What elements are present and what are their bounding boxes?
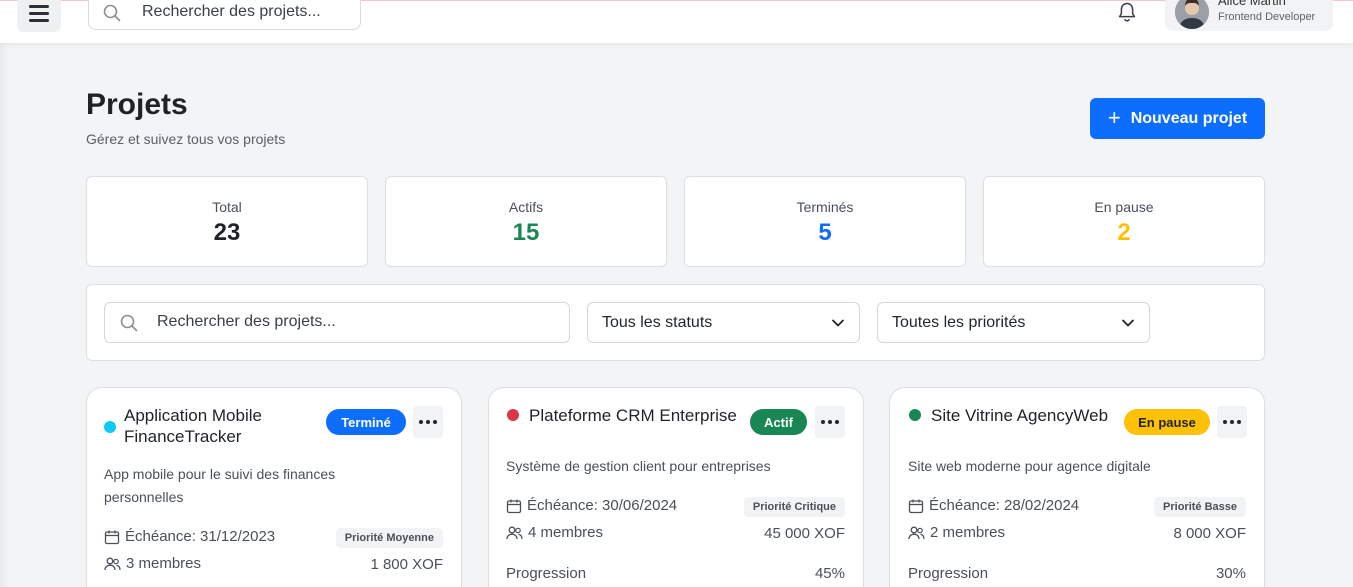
progress-value: 45% bbox=[814, 565, 845, 582]
priority-badge: Priorité Basse bbox=[1154, 497, 1246, 517]
progress-value: 30% bbox=[1215, 565, 1246, 582]
priority-filter-value: Toutes les priorités bbox=[892, 314, 1026, 331]
project-budget: 1 800 XOF bbox=[370, 556, 443, 573]
stat-label: Total bbox=[212, 199, 242, 215]
chevron-down-icon bbox=[832, 319, 844, 327]
deadline-text: Échéance: 30/06/2024 bbox=[527, 497, 678, 514]
user-name: Alice Martin bbox=[1218, 0, 1286, 8]
calendar-icon bbox=[908, 499, 924, 513]
stat-label: Terminés bbox=[796, 199, 854, 215]
calendar-icon bbox=[506, 499, 522, 513]
stat-label: Actifs bbox=[508, 199, 544, 215]
new-project-button[interactable]: + Nouveau projet bbox=[1090, 98, 1265, 139]
project-card[interactable]: Plateforme CRM Enterprise Actif Système … bbox=[488, 387, 864, 587]
members-text: 3 membres bbox=[126, 555, 202, 572]
project-deadline: Échéance: 31/12/2023 bbox=[104, 528, 275, 545]
project-description: App mobile pour le suivi des finances pe… bbox=[104, 466, 336, 505]
stat-label: En pause bbox=[1094, 199, 1154, 215]
menu-icon-bar bbox=[29, 12, 49, 15]
menu-icon-bar bbox=[29, 19, 49, 22]
more-options-button[interactable] bbox=[413, 406, 443, 438]
search-icon bbox=[120, 314, 138, 332]
menu-icon-bar bbox=[29, 5, 49, 8]
user-menu[interactable]: Alice Martin Frontend Developer bbox=[1165, 0, 1333, 31]
project-members: 4 membres bbox=[506, 524, 603, 541]
project-color-dot bbox=[507, 409, 519, 421]
project-description: Système de gestion client pour entrepris… bbox=[506, 458, 771, 474]
stat-card-total: Total 23 bbox=[86, 176, 368, 267]
dot-icon bbox=[821, 420, 825, 424]
stat-card-completed: Terminés 5 bbox=[684, 176, 966, 267]
dot-icon bbox=[433, 420, 437, 424]
dot-icon bbox=[1237, 420, 1241, 424]
project-search-input[interactable] bbox=[157, 313, 557, 331]
users-icon bbox=[506, 526, 523, 539]
avatar bbox=[1175, 0, 1209, 29]
dot-icon bbox=[1230, 420, 1234, 424]
top-search-input[interactable] bbox=[142, 3, 342, 21]
more-options-button[interactable] bbox=[1217, 406, 1247, 438]
new-project-label: Nouveau projet bbox=[1130, 109, 1248, 127]
project-card[interactable]: Site Vitrine AgencyWeb En pause Site web… bbox=[889, 387, 1265, 587]
priority-filter-select[interactable]: Toutes les priorités bbox=[877, 302, 1150, 343]
plus-icon: + bbox=[1107, 104, 1121, 130]
stat-value: 2 bbox=[1117, 219, 1131, 246]
project-title: Plateforme CRM Enterprise bbox=[529, 406, 737, 425]
members-text: 2 membres bbox=[930, 524, 1006, 541]
members-text: 4 membres bbox=[528, 524, 604, 541]
sidebar-edge bbox=[0, 43, 10, 587]
progress-label: Progression bbox=[506, 565, 587, 582]
dot-icon bbox=[835, 420, 839, 424]
project-description: Site web moderne pour agence digitale bbox=[908, 458, 1151, 474]
search-icon bbox=[103, 4, 121, 22]
project-title: Site Vitrine AgencyWeb bbox=[931, 406, 1109, 425]
bell-icon[interactable] bbox=[1116, 1, 1138, 23]
project-card[interactable]: Application Mobile FinanceTracker Termin… bbox=[86, 387, 462, 587]
progress-label: Progression bbox=[908, 565, 989, 582]
dot-icon bbox=[419, 420, 423, 424]
project-deadline: Échéance: 30/06/2024 bbox=[506, 497, 677, 514]
dot-icon bbox=[828, 420, 832, 424]
user-role: Frontend Developer bbox=[1218, 11, 1316, 23]
stat-value: 23 bbox=[213, 219, 241, 246]
top-navbar: Alice Martin Frontend Developer bbox=[0, 0, 1353, 43]
chevron-down-icon bbox=[1122, 319, 1134, 327]
priority-badge: Priorité Moyenne bbox=[335, 528, 443, 548]
users-icon bbox=[908, 526, 925, 539]
stat-value: 15 bbox=[512, 219, 540, 246]
hamburger-menu-button[interactable] bbox=[17, 0, 61, 32]
status-filter-value: Tous les statuts bbox=[602, 314, 713, 331]
project-members: 2 membres bbox=[908, 524, 1005, 541]
project-search-field[interactable] bbox=[104, 302, 570, 343]
project-members: 3 membres bbox=[104, 555, 201, 572]
project-title: Application Mobile FinanceTracker bbox=[124, 406, 262, 446]
page-subtitle: Gérez et suivez tous vos projets bbox=[86, 131, 286, 147]
deadline-text: Échéance: 28/02/2024 bbox=[929, 497, 1080, 514]
page-title: Projets bbox=[86, 88, 188, 121]
project-budget: 8 000 XOF bbox=[1173, 525, 1246, 542]
project-budget: 45 000 XOF bbox=[764, 525, 845, 542]
stat-card-paused: En pause 2 bbox=[983, 176, 1265, 267]
top-search-field[interactable] bbox=[88, 0, 361, 30]
priority-badge: Priorité Critique bbox=[743, 497, 845, 517]
status-badge: Terminé bbox=[326, 409, 406, 435]
dot-icon bbox=[426, 420, 430, 424]
status-badge: En pause bbox=[1124, 409, 1210, 435]
project-color-dot bbox=[909, 409, 921, 421]
stat-value: 5 bbox=[818, 219, 832, 246]
users-icon bbox=[104, 557, 121, 570]
calendar-icon bbox=[104, 530, 120, 544]
status-badge: Actif bbox=[750, 409, 807, 435]
filter-panel: Tous les statuts Toutes les priorités bbox=[86, 284, 1265, 361]
more-options-button[interactable] bbox=[815, 406, 845, 438]
deadline-text: Échéance: 31/12/2023 bbox=[125, 528, 276, 545]
project-deadline: Échéance: 28/02/2024 bbox=[908, 497, 1079, 514]
dot-icon bbox=[1223, 420, 1227, 424]
project-color-dot bbox=[104, 421, 116, 433]
stat-card-active: Actifs 15 bbox=[385, 176, 667, 267]
status-filter-select[interactable]: Tous les statuts bbox=[587, 302, 860, 343]
